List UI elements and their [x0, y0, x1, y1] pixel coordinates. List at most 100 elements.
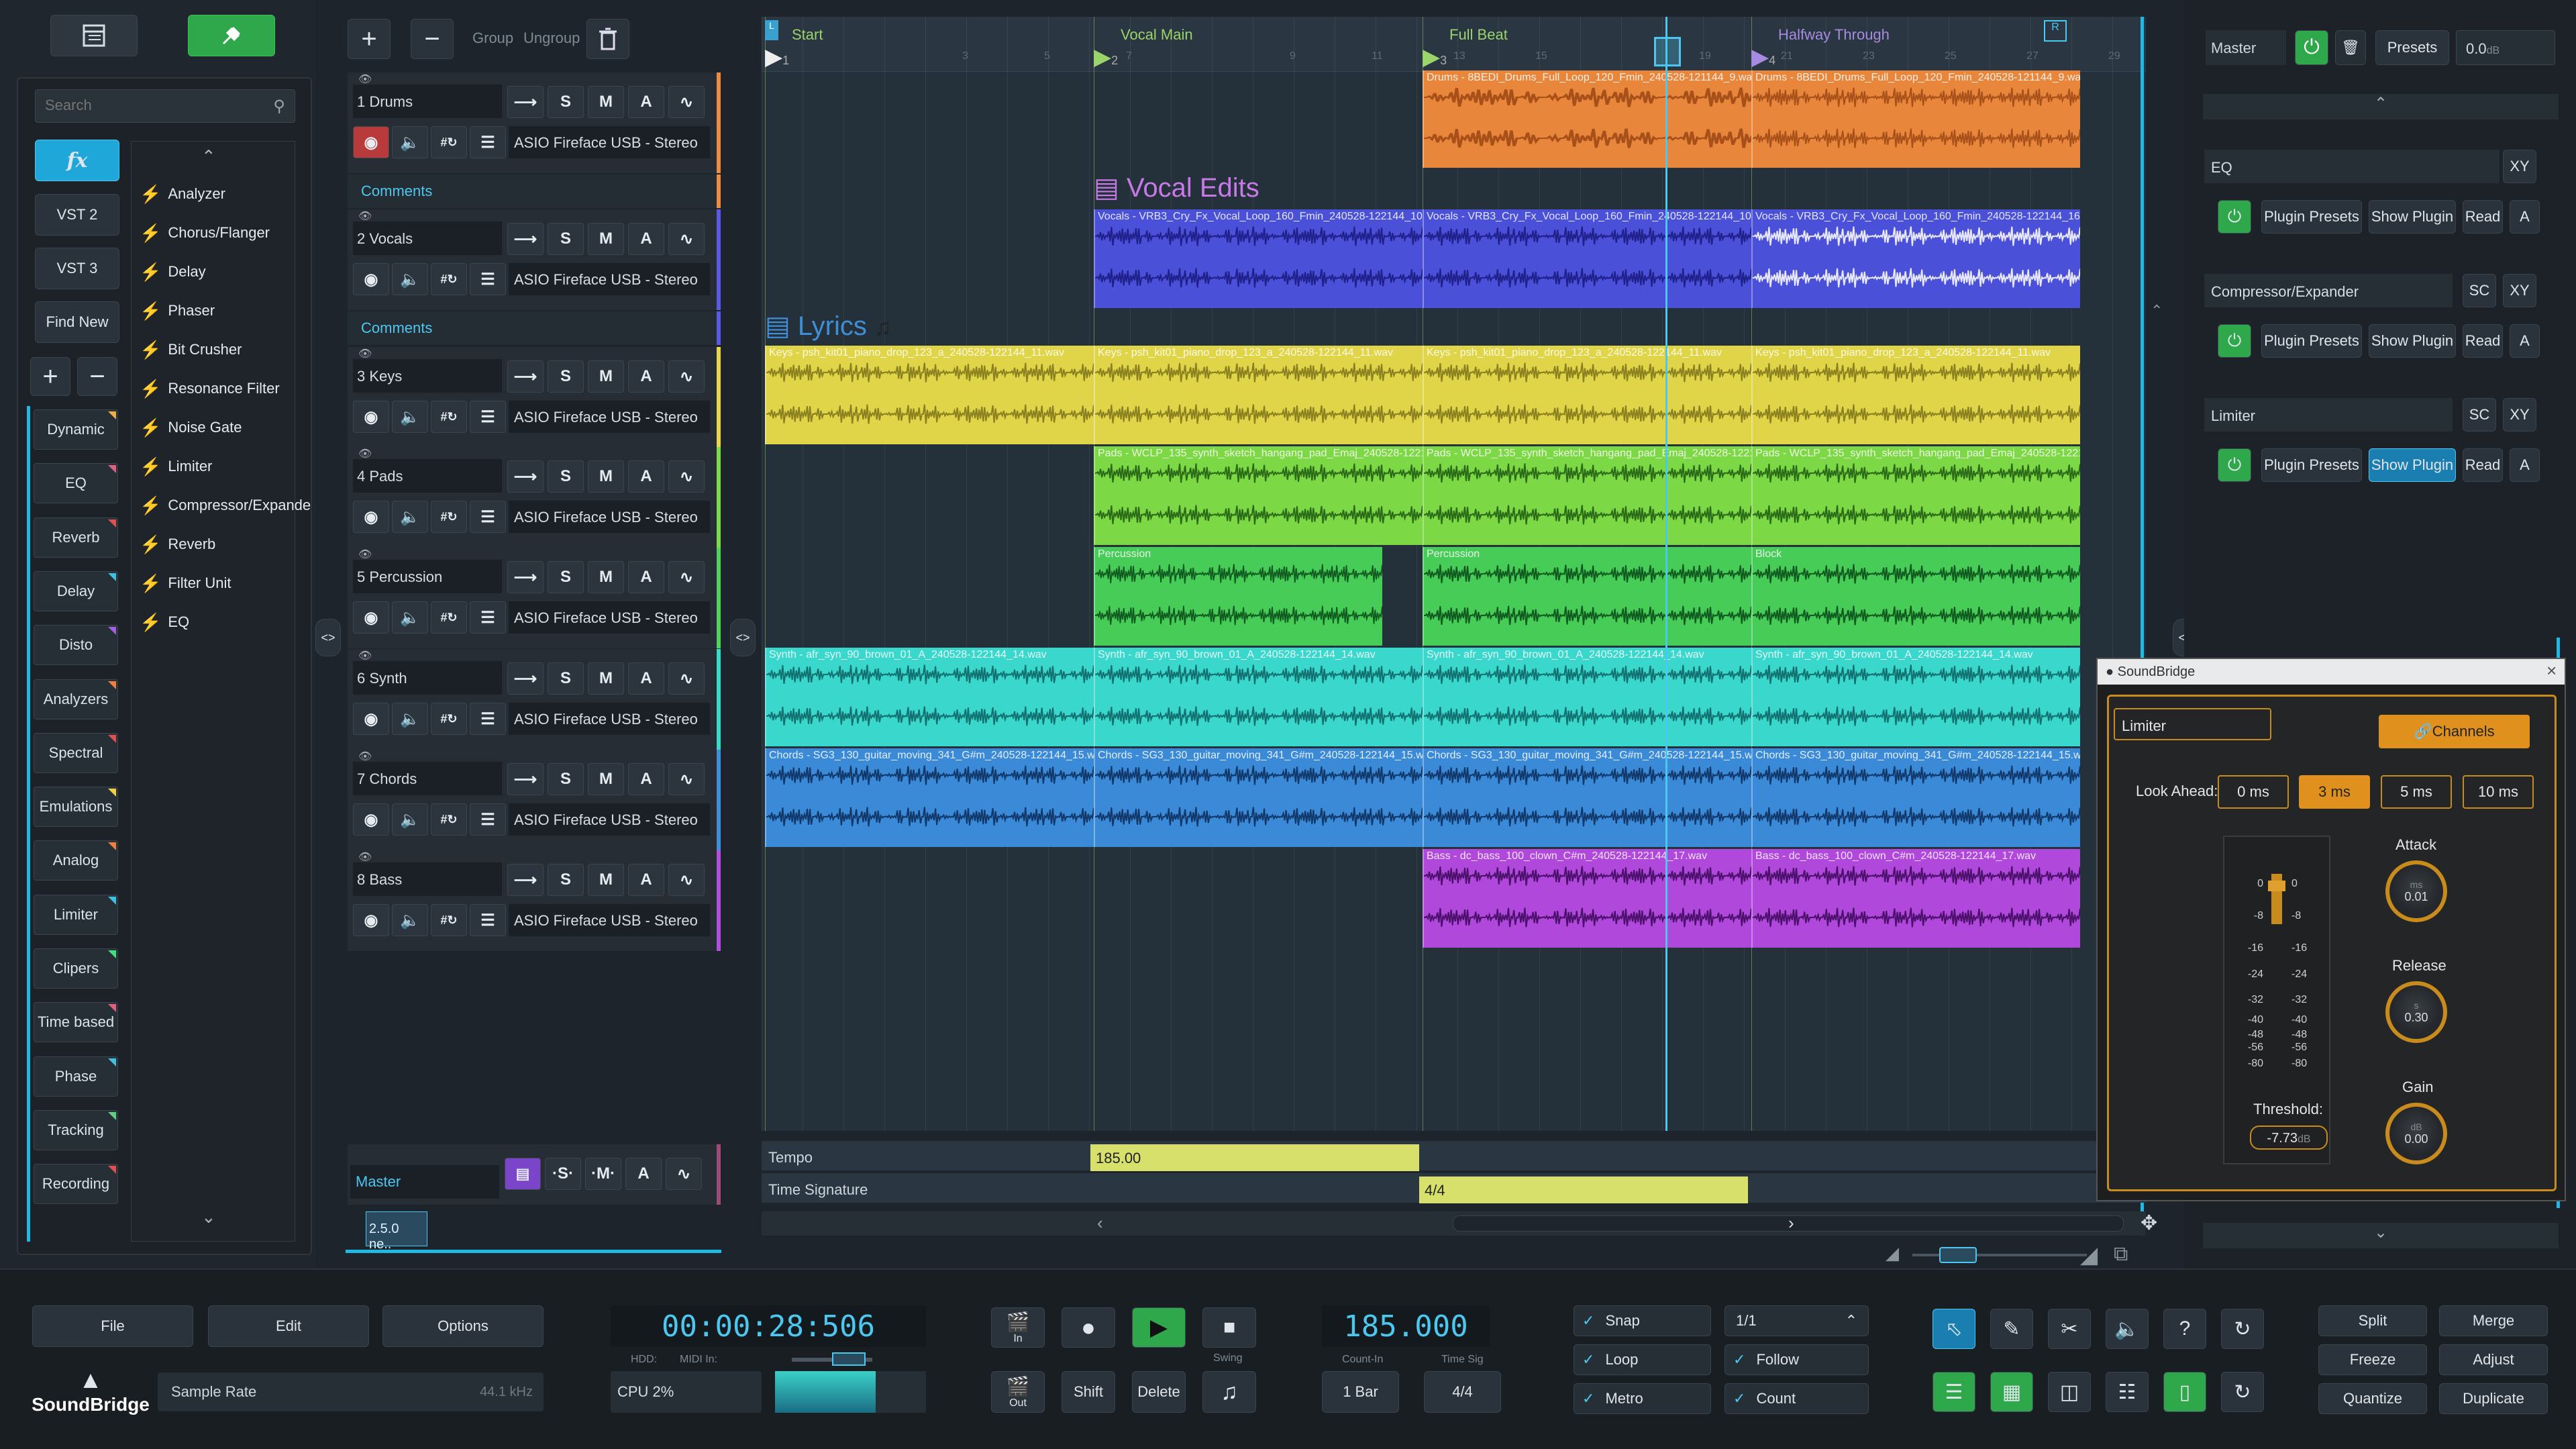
plugin-a-button[interactable]: A	[2510, 448, 2540, 482]
follow-toggle[interactable]: ✓ Follow	[1724, 1344, 1869, 1375]
audio-clip[interactable]: Synth - afr_syn_90_brown_01_A_240528-122…	[1094, 648, 1423, 746]
vocal-edits-label[interactable]: ▤ Vocal Edits	[1094, 172, 1259, 203]
menu-icon[interactable]: ☰	[470, 126, 506, 158]
collapse-browser-handle[interactable]: <>	[315, 619, 341, 656]
track-envelope-button[interactable]: ∿	[668, 460, 705, 493]
countin-button[interactable]: 1 Bar	[1322, 1371, 1399, 1413]
track-envelope-button[interactable]: ∿	[668, 86, 705, 118]
track-solo-button[interactable]: S	[548, 223, 584, 255]
plugin-read-button[interactable]: Read	[2463, 448, 2503, 482]
track-route-button[interactable]: ⟶	[507, 561, 544, 593]
sidechain-button[interactable]: SC	[2463, 274, 2496, 307]
track-mute-button[interactable]: M	[588, 360, 624, 393]
track-eye-icon[interactable]: 👁	[358, 447, 372, 460]
lookahead-option[interactable]: 5 ms	[2381, 775, 2452, 809]
playhead-handle[interactable]	[1654, 37, 1681, 66]
fit-icon[interactable]: ⧉	[2114, 1243, 2128, 1266]
category-6[interactable]: Spectral	[34, 732, 118, 773]
zoom-thumb[interactable]	[1939, 1247, 1977, 1263]
record-arm-icon[interactable]: ◉	[353, 501, 389, 533]
plugin-browser-button[interactable]	[188, 15, 275, 56]
track-header[interactable]: 👁 3 Keys ⟶ S M A ∿ ◉ 🔈 #↻ ☰ ASIO Fireface USB - Ste…	[348, 347, 721, 448]
threshold-value[interactable]: -7.73dB	[2250, 1126, 2328, 1150]
record-arm-icon[interactable]: ◉	[353, 703, 389, 735]
menu-icon[interactable]: ☰	[470, 263, 506, 295]
lookahead-option[interactable]: 10 ms	[2463, 775, 2534, 809]
vst3-tab[interactable]: VST 3	[35, 248, 119, 289]
group-button[interactable]: Group	[472, 30, 513, 47]
comments-row[interactable]: Comments	[348, 311, 721, 345]
track-mute-button[interactable]: M	[588, 86, 624, 118]
sample-rate-field[interactable]: Sample Rate 44.1 kHz	[158, 1372, 544, 1411]
master-volume-slider[interactable]	[792, 1352, 872, 1366]
search-input[interactable]	[36, 90, 257, 121]
effect-item[interactable]: ⚡ EQ	[134, 605, 289, 640]
track-name-field[interactable]: 3 Keys	[353, 359, 502, 393]
adjust-button[interactable]: Adjust	[2439, 1344, 2548, 1375]
zoom-in-icon[interactable]: ◢	[2080, 1242, 2098, 1268]
shift-button[interactable]: Shift	[1062, 1371, 1115, 1413]
track-eye-icon[interactable]: 👁	[358, 750, 372, 763]
track-name-field[interactable]: 1 Drums	[353, 85, 502, 118]
loop-region-end-flag[interactable]: R	[2044, 20, 2067, 42]
effect-item[interactable]: ⚡ Limiter	[134, 449, 289, 484]
input-icon[interactable]: #↻	[431, 263, 467, 295]
track-output-select[interactable]: ASIO Fireface USB - Stereo	[509, 803, 710, 836]
add-category-button[interactable]: +	[30, 357, 70, 396]
track-automation-button[interactable]: A	[628, 86, 664, 118]
effect-item[interactable]: ⚡ Chorus/Flanger	[134, 215, 289, 250]
duplicate-button[interactable]: Duplicate	[2439, 1383, 2548, 1414]
timesig-value-block[interactable]: 4/4	[1419, 1177, 1748, 1203]
audio-clip[interactable]: Vocals - VRB3_Cry_Fx_Vocal_Loop_160_Fmin…	[1094, 209, 1423, 308]
audio-clip[interactable]: Drums - 8BEDI_Drums_Full_Loop_120_Fmin_2…	[1751, 70, 2080, 168]
plugin-read-button[interactable]: Read	[2463, 324, 2503, 358]
menu-icon[interactable]: ☰	[470, 501, 506, 533]
edit-menu[interactable]: Edit	[208, 1305, 369, 1347]
plugin-power-button[interactable]: ⏻	[2218, 324, 2251, 358]
master-volume-thumb[interactable]	[832, 1352, 866, 1366]
track-solo-button[interactable]: S	[548, 561, 584, 593]
effect-item[interactable]: ⚡ Reverb	[134, 527, 289, 562]
loop-toggle[interactable]: ✓ Loop	[1574, 1344, 1711, 1375]
master-automation-button[interactable]: A	[625, 1158, 662, 1190]
search-field[interactable]: ⚲	[35, 89, 295, 123]
input-icon[interactable]: #↻	[431, 601, 467, 634]
find-new-tab[interactable]: Find New	[35, 301, 119, 343]
track-eye-icon[interactable]: 👁	[358, 72, 372, 86]
freeze-button[interactable]: Freeze	[2318, 1344, 2427, 1375]
track-view-button[interactable]: ☰	[1933, 1372, 1975, 1412]
track-eye-icon[interactable]: 👁	[358, 548, 372, 561]
track-automation-button[interactable]: A	[628, 864, 664, 896]
plugin-chain-up[interactable]: ⌃	[2203, 94, 2559, 119]
category-5[interactable]: Analyzers	[34, 679, 118, 719]
quantize-button[interactable]: Quantize	[2318, 1383, 2427, 1414]
marker-label[interactable]: Vocal Main	[1094, 26, 1193, 44]
marker-label[interactable]: Halfway Through	[1751, 26, 1890, 44]
audio-clip[interactable]: Synth - afr_syn_90_brown_01_A_240528-122…	[1751, 648, 2080, 746]
category-2[interactable]: Reverb	[34, 517, 118, 558]
audio-clip[interactable]: Chords - SG3_130_guitar_moving_341_G#m_2…	[1423, 748, 1751, 847]
track-output-select[interactable]: ASIO Fireface USB - Stereo	[509, 401, 710, 433]
plugin-power-button[interactable]: ⏻	[2218, 200, 2251, 234]
master-mute-button[interactable]: ·M·	[585, 1158, 621, 1190]
loop-view-button[interactable]: ↻	[2221, 1372, 2264, 1412]
category-8[interactable]: Analog	[34, 840, 118, 881]
stop-button[interactable]: ■	[1202, 1307, 1256, 1348]
zoom-out-icon[interactable]: ◢	[1886, 1243, 1899, 1264]
track-header[interactable]: 👁 4 Pads ⟶ S M A ∿ ◉ 🔈 #↻ ☰ ASIO Fireface USB - Ste…	[348, 447, 721, 548]
arrangement-area[interactable]: 35791113151921232527293133 Start▶1Vocal …	[762, 17, 2146, 1131]
audio-clip[interactable]: Chords - SG3_130_guitar_moving_341_G#m_2…	[1094, 748, 1423, 847]
scissors-tool[interactable]: ✂	[2048, 1309, 2091, 1349]
swing-button[interactable]: ♫	[1202, 1371, 1256, 1413]
marker-flag-icon[interactable]: ▶2	[1094, 44, 1118, 70]
track-header[interactable]: 👁 7 Chords ⟶ S M A ∿ ◉ 🔈 #↻ ☰ ASIO Fireface USB - S…	[348, 750, 721, 850]
marker-flag-icon[interactable]: ▶1	[765, 44, 789, 70]
marker-flag-icon[interactable]: ▶4	[1751, 44, 1775, 70]
record-arm-icon[interactable]: ◉	[353, 263, 389, 295]
track-header[interactable]: 👁 8 Bass ⟶ S M A ∿ ◉ 🔈 #↻ ☰ ASIO Fireface USB - Ste…	[348, 850, 721, 951]
audio-clip[interactable]: Synth - afr_syn_90_brown_01_A_240528-122…	[1423, 648, 1751, 746]
audio-clip[interactable]: Block	[1751, 547, 2080, 646]
track-automation-button[interactable]: A	[628, 223, 664, 255]
category-9[interactable]: Limiter	[34, 894, 118, 935]
audio-clip[interactable]: Keys - psh_kit01_piano_drop_123_a_240528…	[1751, 346, 2080, 444]
